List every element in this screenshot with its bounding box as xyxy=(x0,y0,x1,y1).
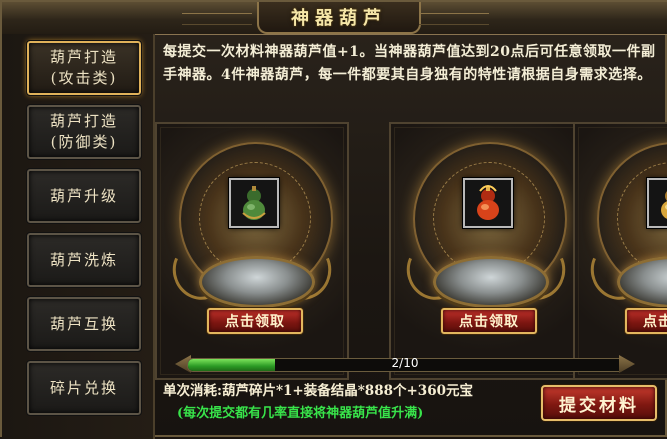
cost-text: 单次消耗:葫芦碎片*1+装备结晶*888个+360元宝 xyxy=(163,383,473,399)
item-slot[interactable] xyxy=(647,178,667,228)
submit-materials-button[interactable]: 提交材料 xyxy=(541,385,657,421)
sidebar: 葫芦打造 (攻击类) 葫芦打造 (防御类) 葫芦升级 葫芦洗炼 葫芦互换 碎片兑… xyxy=(2,34,155,439)
sidebar-item-forge-attack[interactable]: 葫芦打造 (攻击类) xyxy=(26,40,142,96)
sidebar-item-upgrade[interactable]: 葫芦升级 xyxy=(26,168,142,224)
submit-button-label: 提交材料 xyxy=(559,395,639,416)
claim-button-label: 点击领取 xyxy=(459,314,519,330)
sidebar-item-label: 葫芦升级 xyxy=(49,186,118,205)
title-bar: 神器葫芦 xyxy=(2,2,667,35)
note-text: (每次提交都有几率直接将神器葫芦值升满) xyxy=(177,406,424,421)
title-flourish-right xyxy=(419,13,489,25)
artifact-card: 点击领取 xyxy=(389,122,583,380)
sidebar-item-label: 碎片兑换 xyxy=(49,378,118,397)
description-text: 每提交一次材料神器葫芦值+1。当神器葫芦值达到20点后可任意领取一件副手神器。4… xyxy=(163,44,656,83)
sidebar-item-label: 葫芦互换 xyxy=(49,314,118,333)
red-gourd-icon xyxy=(477,185,499,220)
title-plaque: 神器葫芦 xyxy=(257,2,421,34)
sidebar-item-label: 葫芦打造 (攻击类) xyxy=(49,48,118,87)
window-frame: 神器葫芦 葫芦打造 (攻击类) 葫芦打造 (防御类) 葫芦升级 葫芦洗炼 葫芦互… xyxy=(0,0,667,439)
claim-button-label: 点击领取 xyxy=(225,314,285,330)
sidebar-item-swap[interactable]: 葫芦互换 xyxy=(26,296,142,352)
sidebar-item-label: 葫芦洗炼 xyxy=(49,250,118,269)
sidebar-item-label: 葫芦打造 (防御类) xyxy=(49,112,118,151)
title-flourish-left xyxy=(182,13,252,25)
window-title: 神器葫芦 xyxy=(291,8,387,29)
main-panel: 每提交一次材料神器葫芦值+1。当神器葫芦值达到20点后可任意领取一件副手神器。4… xyxy=(155,37,667,437)
green-gourd-icon xyxy=(242,186,266,220)
item-slot[interactable] xyxy=(463,178,513,228)
claim-button[interactable]: 点击领取 xyxy=(207,308,303,334)
sidebar-item-fragment-exchange[interactable]: 碎片兑换 xyxy=(26,360,142,416)
artifact-card: 点击领取 xyxy=(573,122,667,380)
item-slot[interactable] xyxy=(229,178,279,228)
claim-button[interactable]: 点击领取 xyxy=(441,308,537,334)
claim-button[interactable]: 点击领取 xyxy=(625,308,667,334)
artifact-card-list: 点击领取 点击领取 点击 xyxy=(155,122,667,380)
artifact-card: 点击领取 xyxy=(155,122,349,380)
progress-bar: 2/10 xyxy=(175,355,635,375)
altar-pedestal xyxy=(433,256,549,308)
gold-gourd-icon xyxy=(661,191,667,219)
sidebar-item-forge-defense[interactable]: 葫芦打造 (防御类) xyxy=(26,104,142,160)
sidebar-item-refine[interactable]: 葫芦洗炼 xyxy=(26,232,142,288)
claim-button-label: 点击领取 xyxy=(643,314,667,330)
altar-pedestal xyxy=(199,256,315,308)
progress-label: 2/10 xyxy=(391,356,419,370)
